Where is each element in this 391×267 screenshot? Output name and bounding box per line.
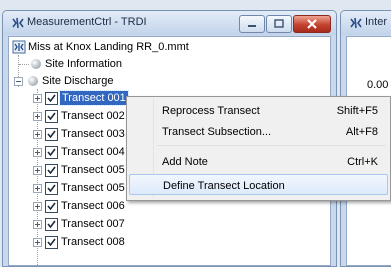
expand-icon[interactable] [33,112,42,121]
context-menu: Reprocess Transect Shift+F5 Transect Sub… [126,96,391,201]
menu-item-reprocess-transect[interactable]: Reprocess Transect Shift+F5 [129,100,388,121]
expand-icon[interactable] [33,94,42,103]
expand-icon[interactable] [33,130,42,139]
checkmark-icon [47,220,56,229]
close-button[interactable] [293,15,331,33]
transect-label: Transect 003 [61,128,125,140]
expand-icon[interactable] [33,238,42,247]
checkmark-icon [47,148,56,157]
collapse-icon[interactable] [14,77,23,86]
measurement-app-icon [12,17,24,29]
transect-checkbox[interactable] [45,182,58,195]
checkmark-icon [47,166,56,175]
transect-checkbox[interactable] [45,110,58,123]
menu-item-label: Define Transect Location [163,180,285,192]
transect-label: Transect 005 [61,182,125,194]
secondary-title-bar[interactable]: Inter [341,11,391,35]
transect-label: Transect 008 [61,236,125,248]
menu-separator [157,145,386,146]
transect-label: Transect 005 [61,164,125,176]
title-bar[interactable]: MeasurementCtrl - TRDI [3,11,336,35]
transect-checkbox[interactable] [45,218,58,231]
checkmark-icon [47,184,56,193]
menu-item-label: Add Note [162,156,208,168]
minimize-button[interactable] [239,15,265,33]
menu-item-shortcut: Alt+F8 [345,126,378,138]
transect-checkbox[interactable] [45,128,58,141]
measurement-file-icon [12,40,26,54]
expand-icon[interactable] [33,166,42,175]
bullet-icon [31,59,41,69]
transect-label: Transect 006 [61,200,125,212]
tree-root-label: Miss at Knox Landing RR_0.mmt [28,41,189,53]
transect-label: Transect 004 [61,146,125,158]
checkmark-icon [47,202,56,211]
transect-checkbox[interactable] [45,164,58,177]
transect-checkbox[interactable] [45,236,58,249]
measurement-app-icon [350,17,362,29]
menu-item-transect-subsection[interactable]: Transect Subsection... Alt+F8 [129,121,388,142]
window-title: MeasurementCtrl - TRDI [27,16,147,28]
expand-icon[interactable] [33,202,42,211]
transect-label: Transect 002 [61,110,125,122]
transect-checkbox[interactable] [45,146,58,159]
checkmark-icon [47,94,56,103]
transect-checkbox[interactable] [45,92,58,105]
transect-checkbox[interactable] [45,200,58,213]
maximize-icon [274,19,284,28]
menu-item-label: Reprocess Transect [162,105,260,117]
checkmark-icon [47,238,56,247]
checkmark-icon [47,130,56,139]
close-icon [307,19,317,29]
tree-item-label: Site Discharge [42,75,114,87]
transect-label: Transect 007 [61,218,125,230]
expand-icon[interactable] [33,184,42,193]
secondary-window-title: Inter [365,16,388,28]
menu-item-add-note[interactable]: Add Note Ctrl+K [129,151,388,172]
bullet-icon [28,76,38,86]
checkmark-icon [47,112,56,121]
expand-icon[interactable] [33,220,42,229]
secondary-value: 0.00 [367,79,389,91]
menu-item-shortcut: Shift+F5 [336,105,378,117]
minimize-icon [248,25,256,27]
tree-item-label: Site Information [45,58,123,70]
menu-item-shortcut: Ctrl+K [347,156,378,168]
transect-label-selected: Transect 001 [59,90,129,106]
menu-item-label: Transect Subsection... [162,126,272,138]
menu-item-define-transect-location[interactable]: Define Transect Location [129,174,388,195]
maximize-button[interactable] [266,15,292,33]
expand-icon[interactable] [33,148,42,157]
